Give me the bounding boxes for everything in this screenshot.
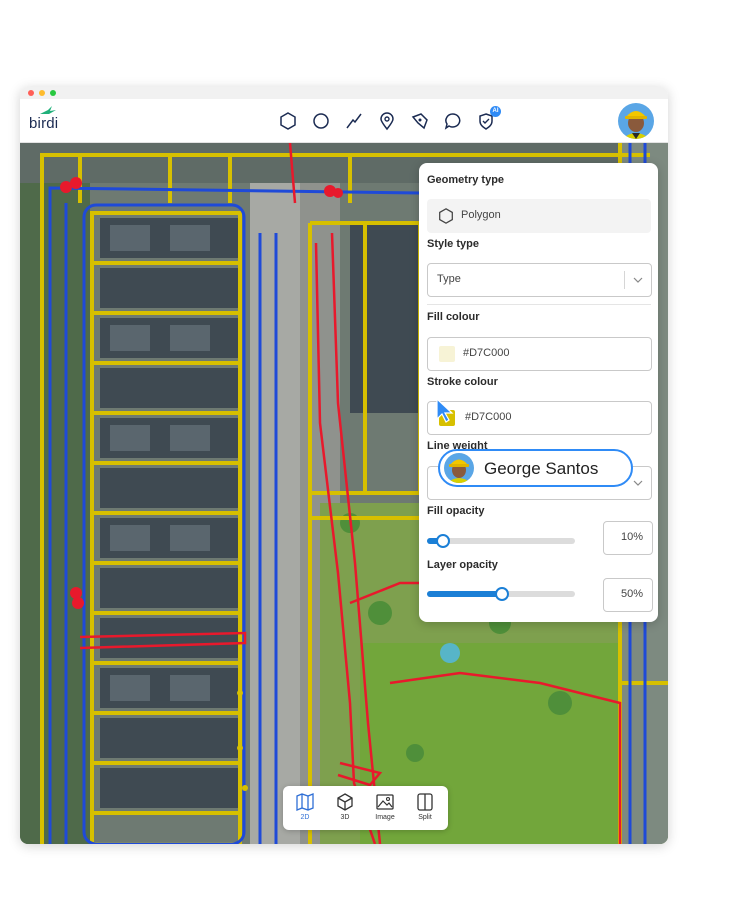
close-window-dot[interactable] [28,90,34,96]
fill-colour-label: Fill colour [427,311,480,323]
fill-colour-value: #D7C000 [463,347,510,359]
tab-2d[interactable]: 2D [287,790,323,828]
collaborator-avatar [444,453,474,483]
tab-image[interactable]: Image [367,790,403,828]
hexagon-icon[interactable] [276,109,300,133]
comment-icon[interactable] [441,109,465,133]
select-divider [624,271,625,289]
style-type-value: Type [437,273,461,285]
layer-opacity-handle[interactable] [495,587,509,601]
chevron-down-icon [633,277,643,283]
collaborator-name: George Santos [484,459,599,478]
fill-opacity-handle[interactable] [436,534,450,548]
line-icon[interactable] [342,109,366,133]
tab-2d-label: 2D [300,814,310,821]
divider [427,304,651,305]
cube-icon [337,793,353,811]
fill-colour-field[interactable]: #D7C000 [427,337,652,371]
stroke-colour-label: Stroke colour [427,376,498,388]
tab-3d-label: 3D [340,814,350,821]
geometry-type-box: Polygon [427,199,651,233]
layer-opacity-slider[interactable] [427,587,575,601]
pen-icon[interactable] [408,109,432,133]
tab-image-label: Image [375,814,395,821]
layer-opacity-value: 50% [620,588,643,600]
logo-text: birdi [29,115,59,132]
style-type-label: Style type [427,238,479,250]
view-mode-bar: 2D 3D Image Split [283,786,448,830]
tab-split[interactable]: Split [407,790,443,828]
stroke-colour-field[interactable]: #D7C000 [427,401,652,435]
image-icon [376,794,394,810]
user-avatar[interactable] [618,103,654,139]
birdi-logo[interactable]: birdi [29,106,69,133]
layer-opacity-track-fill [427,591,501,597]
style-type-select[interactable]: Type [427,263,652,297]
collaborator-cursor-icon [436,397,454,423]
pin-icon[interactable] [375,109,399,133]
polygon-icon [439,208,453,224]
minimize-window-dot[interactable] [39,90,45,96]
geometry-type-value: Polygon [461,209,501,221]
collaborator-chip: George Santos [438,449,633,487]
window-titlebar [20,87,668,99]
map-icon [296,793,314,811]
fill-opacity-slider[interactable] [427,534,575,548]
split-icon [417,793,433,811]
ai-shield-icon[interactable]: AI [474,106,501,133]
layer-opacity-input[interactable]: 50% [603,578,653,612]
stroke-colour-value: #D7C000 [465,411,512,423]
tab-3d[interactable]: 3D [327,790,363,828]
ai-badge: AI [490,106,501,117]
fill-opacity-label: Fill opacity [427,505,485,517]
maximize-window-dot[interactable] [50,90,56,96]
layer-opacity-label: Layer opacity [427,559,498,571]
geometry-type-label: Geometry type [427,174,505,186]
fill-colour-swatch[interactable] [439,346,455,362]
app-header: birdi AI [20,99,668,143]
chevron-down-icon [633,480,643,486]
circle-icon[interactable] [309,109,333,133]
fill-opacity-value: 10% [620,531,643,543]
tab-split-label: Split [418,814,432,821]
drawing-toolbar: AI [276,106,501,135]
fill-opacity-input[interactable]: 10% [603,521,653,555]
style-panel: Geometry type Polygon Style type Type Fi… [419,163,658,622]
